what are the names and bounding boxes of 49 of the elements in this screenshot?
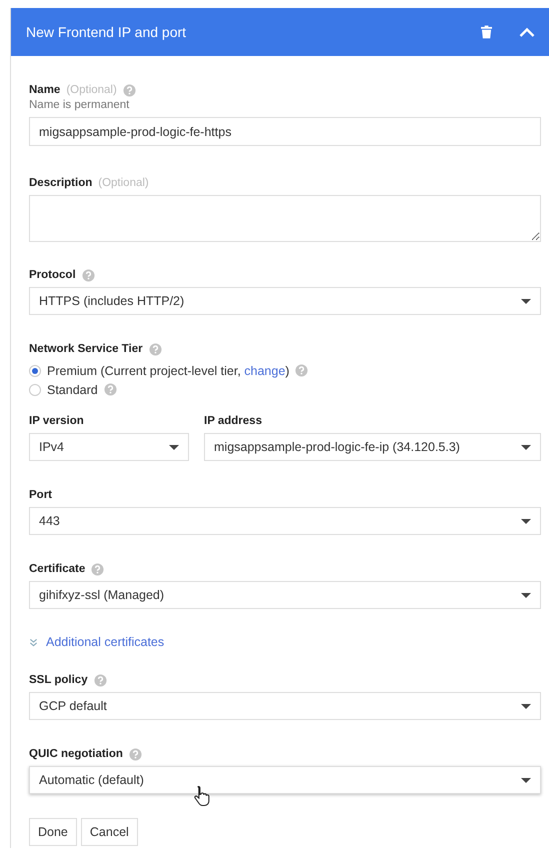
dropdown-caret-icon: [169, 444, 179, 450]
field-label: IP address: [204, 415, 262, 427]
dropdown-caret-icon: [521, 704, 531, 708]
help-icon[interactable]: [91, 562, 104, 576]
dropdown-caret-icon: [521, 592, 531, 598]
description-input[interactable]: [29, 195, 541, 242]
radio-button[interactable]: [29, 384, 41, 396]
optional-note: (Optional): [66, 84, 117, 96]
field-label: Network Service Tier: [29, 343, 143, 355]
help-icon[interactable]: [104, 383, 117, 396]
form-button[interactable]: Done: [29, 818, 77, 846]
field-label: Certificate: [29, 563, 86, 575]
additional-certificates-link[interactable]: Additional certificates: [46, 635, 164, 649]
hand-cursor-icon: [193, 785, 210, 806]
help-icon[interactable]: [148, 342, 162, 356]
dropdown-select[interactable]: HTTPS (includes HTTP/2): [29, 287, 541, 315]
field-label: IP version: [29, 415, 84, 427]
help-icon[interactable]: [82, 268, 95, 282]
field-label: Port: [29, 489, 52, 501]
dropdown-select[interactable]: IPv4: [29, 433, 189, 461]
name-input[interactable]: migsappsample-prod-logic-fe-https: [29, 117, 541, 146]
panel-title: New Frontend IP and port: [26, 24, 188, 40]
help-icon[interactable]: [94, 674, 107, 686]
help-icon[interactable]: [128, 748, 142, 760]
dropdown-caret-icon: [521, 298, 531, 304]
field-label: SSL policy: [29, 674, 88, 686]
field-label: Protocol: [29, 269, 76, 281]
dropdown-select[interactable]: 443: [29, 507, 541, 535]
dropdown-caret-icon: [521, 518, 531, 524]
dropdown-caret-icon: [521, 444, 531, 450]
dropdown-select[interactable]: migsappsample-prod-logic-fe-ip (34.120.5.3): [204, 433, 541, 461]
dropdown-caret-icon: [521, 778, 531, 782]
double-chevron-icon: [29, 638, 38, 646]
dropdown-select[interactable]: gihifxyz-ssl (Managed): [29, 581, 541, 609]
optional-note: (Optional): [98, 177, 149, 189]
radio-label: Premium (Current project-level tier, change): [47, 364, 290, 378]
trash-icon[interactable]: [481, 25, 492, 39]
help-icon[interactable]: [295, 364, 308, 377]
field-hint: Name is permanent: [29, 99, 130, 111]
collapse-icon[interactable]: [519, 27, 535, 37]
form-button[interactable]: Cancel: [80, 818, 138, 846]
field-label: Description: [29, 177, 92, 189]
help-icon[interactable]: [122, 84, 136, 96]
field-label: Name: [29, 84, 60, 96]
radio-label: Standard: [47, 382, 98, 396]
radio-button[interactable]: [29, 364, 41, 376]
dropdown-select[interactable]: GCP default: [29, 692, 541, 720]
field-label: QUIC negotiation: [29, 748, 123, 760]
change-link[interactable]: change: [244, 364, 286, 378]
